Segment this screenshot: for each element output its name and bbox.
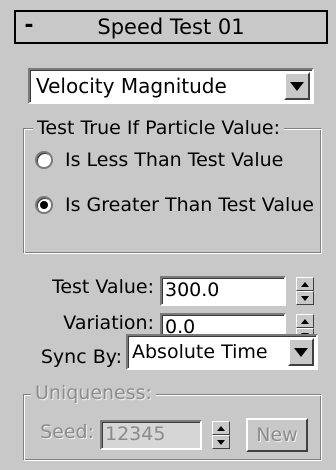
rollout-title: Speed Test 01 [97,15,245,39]
seed-input[interactable]: 12345 [100,420,202,450]
test-value-label: Test Value: [51,276,154,298]
radio-greater-than-label: Is Greater Than Test Value [65,194,314,216]
spinner-down-button[interactable] [212,435,230,449]
condition-group [24,129,322,254]
uniqueness-legend: Uniqueness: [31,382,156,404]
chevron-down-icon [290,81,304,91]
test-channel-dropdown-button[interactable] [284,72,310,100]
spinner-up-button[interactable] [296,277,314,291]
rollout-header[interactable]: - Speed Test 01 [14,10,328,44]
radio-button-icon[interactable] [35,151,53,169]
test-channel-dropdown[interactable]: Velocity Magnitude [28,68,314,104]
radio-button-checked-icon[interactable] [35,196,53,214]
triangle-up-icon [217,425,225,431]
spinner-up-button[interactable] [296,314,314,328]
spinner-up-button[interactable] [212,421,230,435]
test-value-input[interactable]: 300.0 [160,276,286,306]
condition-group-legend: Test True If Particle Value: [33,117,285,139]
radio-greater-than[interactable]: Is Greater Than Test Value [35,194,314,216]
sync-by-label: Sync By: [40,346,122,368]
triangle-down-icon [301,295,309,301]
triangle-down-icon [217,439,225,445]
radio-less-than-label: Is Less Than Test Value [65,149,284,171]
test-channel-value: Velocity Magnitude [36,74,227,98]
sync-by-value: Absolute Time [132,341,268,363]
test-value-spinner[interactable] [296,277,314,305]
triangle-up-icon [301,318,309,324]
sync-by-dropdown[interactable]: Absolute Time [126,334,318,370]
seed-spinner[interactable] [212,421,230,449]
seed-label: Seed: [40,421,94,443]
spinner-down-button[interactable] [296,291,314,305]
triangle-up-icon [301,281,309,287]
radio-less-than[interactable]: Is Less Than Test Value [35,149,283,171]
collapse-toggle[interactable]: - [16,12,42,42]
variation-label: Variation: [63,312,154,334]
new-seed-button[interactable]: New [246,418,308,452]
sync-by-dropdown-button[interactable] [288,338,314,366]
chevron-down-icon [294,347,308,357]
